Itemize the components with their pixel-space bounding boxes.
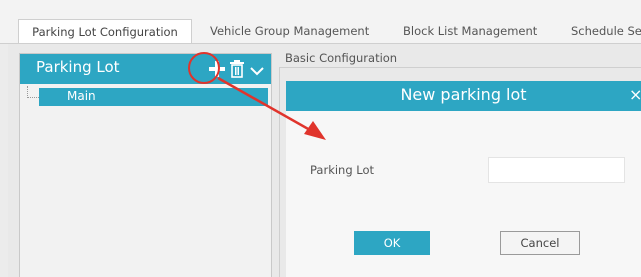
parking-lot-field-label: Parking Lot: [310, 163, 375, 177]
cancel-button[interactable]: Cancel: [500, 231, 580, 255]
parking-lot-name-input[interactable]: [488, 157, 625, 183]
basic-configuration-label: Basic Configuration: [285, 51, 398, 65]
dialog-title: New parking lot: [400, 85, 527, 104]
tree-item-label: Main: [67, 89, 96, 103]
tab-bar: Parking Lot Configuration Vehicle Group …: [0, 0, 641, 45]
panel-title: Parking Lot: [36, 58, 120, 76]
panel-header: Parking Lot: [20, 54, 271, 84]
tab-vehicle-group-management[interactable]: Vehicle Group Management: [210, 19, 369, 44]
chevron-down-icon[interactable]: [250, 62, 264, 76]
tab-block-list-management[interactable]: Block List Management: [403, 19, 537, 44]
close-icon[interactable]: ×: [629, 85, 641, 104]
trash-icon[interactable]: [229, 60, 245, 78]
highlight-circle: [188, 52, 220, 84]
parking-lot-panel: Parking Lot Main: [19, 53, 272, 277]
tree-item-main[interactable]: Main: [39, 88, 268, 106]
tab-schedule-settings[interactable]: Schedule Se: [571, 19, 641, 44]
new-parking-lot-dialog: New parking lot × Parking Lot OK Cancel: [286, 81, 641, 277]
ok-button[interactable]: OK: [354, 231, 430, 255]
dialog-header: New parking lot ×: [286, 81, 641, 111]
tab-parking-lot-configuration[interactable]: Parking Lot Configuration: [18, 19, 192, 45]
tree-connector: [27, 97, 39, 98]
